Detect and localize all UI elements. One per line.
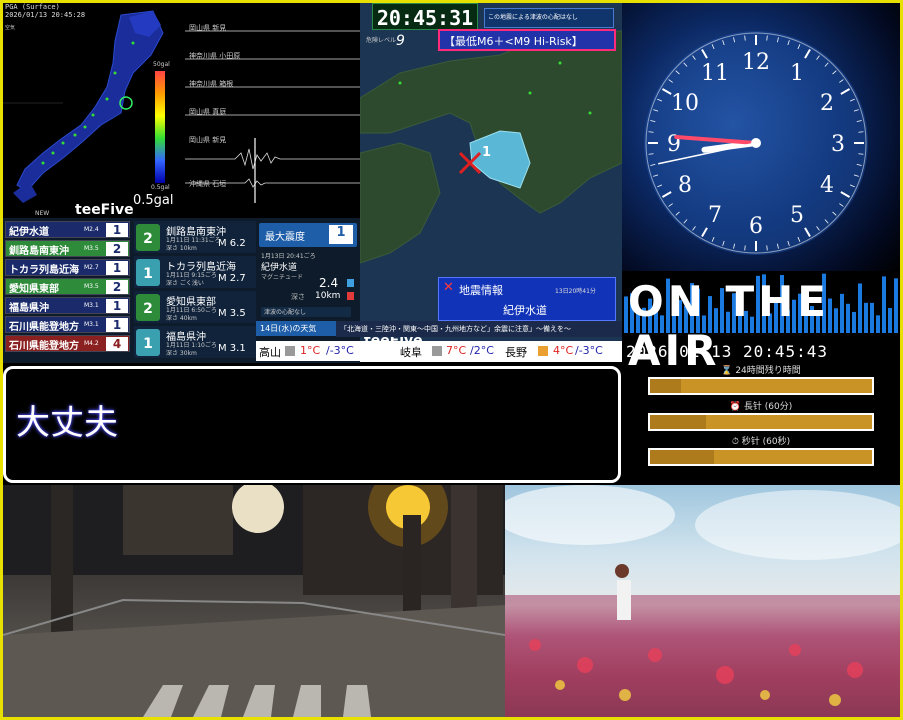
analog-clock-panel: 12 1 2 3 4 5 6 7 8 9 10 11 — [622, 3, 900, 271]
message-text: 大丈夫 — [16, 403, 118, 443]
progress-fill — [650, 450, 715, 464]
detail-depth: 10km — [315, 291, 341, 301]
wave-label: 岡山県 真庭 — [189, 108, 227, 116]
weather-strip-ext: 岐阜 7°C /2°C 長野 4°C /-3°C — [360, 341, 622, 362]
progress-fill — [650, 379, 682, 393]
message-box: 大丈夫 — [3, 366, 621, 483]
progress-bar-minute — [648, 413, 874, 431]
clock-number: 1 — [790, 61, 804, 86]
quake-card: 2 愛知県東部 1月11日 6:50ごろ 深さ 40km M 3.5 — [134, 291, 256, 323]
progress-bar-second — [648, 448, 874, 466]
flower-field-video — [505, 485, 900, 717]
depth-indicator — [347, 292, 354, 300]
stopwatch-icon: ⏱ — [731, 437, 739, 447]
flower-field-image — [505, 485, 900, 717]
clock-number: 12 — [742, 50, 770, 75]
intensity-row: 福島県沖 M3.1 1 — [5, 297, 130, 314]
bar-label: ⏰ 長针 (60分) — [729, 402, 793, 412]
risk-banner: 【最低M6＋<M9 Hi-Risk】 — [438, 29, 616, 51]
cloud-icon — [285, 346, 295, 356]
detail-mag-label: マグニチュード — [261, 274, 304, 281]
hourglass-icon: ⌛ — [721, 366, 733, 376]
weather-notice: 「北海道・三陸沖・関東～中国・九州地方など」余震に注意」～備えを～ — [336, 321, 622, 337]
gal-value: 0.5gal — [133, 193, 174, 208]
max-intensity-box: 最大震度 1 — [259, 223, 357, 247]
clock-tick — [766, 245, 768, 251]
clock-number: 7 — [708, 203, 722, 228]
intensity-row: トカラ列島近海 M2.7 1 — [5, 259, 130, 276]
quake-info-box: ✕ 地震情報 13日20時41分 紀伊水道 — [438, 277, 616, 321]
onair-datetime: 2026-01-13 20:45:43 — [626, 342, 829, 361]
clock-tick — [766, 35, 768, 41]
clock-tick — [744, 35, 746, 41]
tsunami-status: この地震による津波の心配はなし — [484, 8, 614, 28]
wave-label: 岡山県 新見 — [189, 136, 227, 144]
clock-number: 5 — [790, 203, 804, 228]
wave-label: 沖縄県 石垣 — [189, 180, 227, 188]
clock-number: 8 — [678, 173, 692, 198]
clock-number: 10 — [671, 91, 699, 116]
clock-number: 6 — [749, 214, 763, 239]
progress-fill — [650, 415, 706, 429]
waveform-traces — [185, 30, 360, 203]
intensity-row: 石川県能登地方 M4.2 4 — [5, 335, 130, 352]
detail-mag: 2.4 — [319, 276, 339, 290]
clock-number: 11 — [701, 61, 729, 86]
epicenter-map-panel: 1 20:45:31 この地震による津波の心配はなし 危険レベル 9 【最低M6… — [360, 3, 622, 361]
clock-number: 4 — [820, 173, 834, 198]
gal-color-scale — [155, 71, 165, 183]
scale-max-label: 50gal — [153, 61, 170, 68]
on-the-air-panel: ON THE AIR 2026-01-13 20:45:43 ⌛ 24時間残り時… — [622, 271, 900, 484]
clock-tick — [744, 245, 746, 251]
tsunami-note: 津波の心配なし — [261, 307, 351, 317]
intensity-row: 石川県能登地方 M3.1 1 — [5, 316, 130, 333]
epicenter-intensity: 1 — [482, 145, 492, 160]
bar-label: ⏱ 秒针 (60秒) — [731, 437, 791, 447]
new-label: NEW — [35, 210, 50, 217]
quake-card: 1 トカラ列島近海 1月11日 9:15ごろ 深さ ごく浅い M 2.7 — [134, 256, 256, 288]
clock-tick — [858, 131, 864, 133]
scale-min-label: 0.5gal — [151, 184, 170, 191]
intensity-row: 釧路島南東沖 M3.5 2 — [5, 240, 130, 257]
cloud-icon — [432, 346, 442, 356]
clock-tick — [648, 131, 654, 133]
clock-tick — [648, 153, 654, 155]
detail-time: 1月13日 20:41ごろ — [261, 253, 316, 260]
weather-strip: 高山 1°C /-3°C — [256, 341, 360, 361]
sun-icon — [538, 346, 548, 356]
clock-number: 2 — [820, 91, 834, 116]
wave-label: 神奈川県 箱根 — [189, 80, 234, 88]
quake-card: 1 福島県沖 1月11日 1:10ごろ 深さ 30km M 3.1 — [134, 326, 256, 358]
mag-indicator — [347, 279, 354, 287]
analog-clock: 12 1234567891011 — [644, 31, 868, 255]
risk-level-value: 9 — [396, 33, 405, 49]
clock-number: 3 — [831, 132, 845, 157]
clock-tick — [858, 153, 864, 155]
quake-x-icon: ✕ — [443, 280, 454, 295]
intensity-row: 紀伊水道 M2.4 1 — [5, 221, 130, 238]
map-clock: 20:45:31 — [372, 3, 478, 30]
street-scene-image — [3, 485, 505, 717]
detail-depth-label: 深さ — [291, 293, 305, 301]
seismometer-panel: PGA (Surface) 2026/01/13 20:45:28 空気 50g… — [3, 3, 360, 218]
risk-level-label: 危険レベル — [366, 37, 397, 44]
brand-logo: teeFive — [75, 202, 134, 218]
wave-label: 神奈川県 小田原 — [189, 52, 241, 60]
intensity-panel: 紀伊水道 M2.4 1 釧路島南東沖 M3.5 2 トカラ列島近海 M2.7 1… — [3, 218, 360, 363]
wave-label: 岡山県 新見 — [189, 24, 227, 32]
map-legend: 空気 — [5, 25, 16, 31]
street-camera-feed — [3, 485, 505, 717]
intensity-row: 愛知県東部 M3.5 2 — [5, 278, 130, 295]
bar-label: ⌛ 24時間残り時間 — [721, 366, 801, 376]
clock-icon: ⏰ — [729, 402, 741, 412]
quake-card: 2 釧路島南東沖 1月11日 11:31ごろ 深さ 10km M 6.2 — [134, 221, 256, 253]
progress-bar-day — [648, 377, 874, 395]
